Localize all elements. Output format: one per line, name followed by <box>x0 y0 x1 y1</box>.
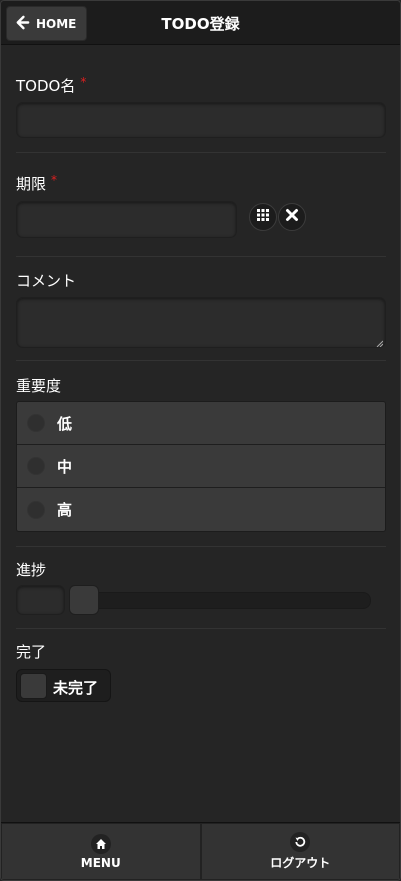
done-label: 完了 <box>16 643 47 661</box>
logout-label: ログアウト <box>270 856 331 870</box>
toggle-knob <box>20 673 47 699</box>
deadline-label: 期限 * <box>16 173 58 193</box>
footer-navbar: MENU ログアウト <box>1 822 400 880</box>
calendar-button[interactable] <box>249 203 277 231</box>
page-title: TODO登録 <box>161 15 240 33</box>
priority-option-medium[interactable]: 中 <box>17 445 385 488</box>
home-icon <box>90 833 111 854</box>
priority-radio-group: 低 中 高 <box>16 401 386 532</box>
todo-name-field: TODO名 * <box>16 45 386 153</box>
comment-label: コメント <box>16 272 77 290</box>
todo-name-label: TODO名 * <box>16 75 87 95</box>
close-icon <box>284 207 300 227</box>
progress-label: 進捗 <box>16 561 47 579</box>
deadline-field: 期限 * <box>16 153 386 257</box>
refresh-icon <box>290 832 311 852</box>
priority-option-high[interactable]: 高 <box>17 488 385 531</box>
priority-option-low[interactable]: 低 <box>17 402 385 445</box>
progress-value-input[interactable] <box>16 585 65 615</box>
todo-name-input[interactable] <box>16 102 386 138</box>
priority-option-label: 中 <box>57 457 73 476</box>
progress-slider-track[interactable] <box>74 592 371 609</box>
todo-form: TODO名 * 期限 * コメント 重要度 低 中 高 進捗 完了 未完了 <box>16 45 386 729</box>
done-state-label: 未完了 <box>53 679 99 697</box>
menu-button[interactable]: MENU <box>1 823 201 880</box>
priority-option-label: 低 <box>57 414 73 433</box>
progress-field: 進捗 <box>16 547 386 629</box>
comment-textarea[interactable] <box>16 297 386 348</box>
radio-circle-icon <box>27 457 45 475</box>
comment-field: コメント <box>16 257 386 361</box>
required-mark: * <box>80 75 87 89</box>
grid-icon <box>255 207 271 227</box>
done-toggle[interactable]: 未完了 <box>16 669 111 702</box>
page: HOME TODO登録 TODO名 * 期限 * コメント 重要度 低 中 高 … <box>0 0 401 881</box>
priority-field: 重要度 低 中 高 <box>16 361 386 547</box>
header-bar: HOME TODO登録 <box>1 1 400 45</box>
menu-label: MENU <box>80 855 121 870</box>
priority-option-label: 高 <box>57 501 73 519</box>
priority-label: 重要度 <box>16 377 62 395</box>
radio-circle-icon <box>27 414 45 432</box>
logout-button[interactable]: ログアウト <box>200 823 400 880</box>
resize-grip-icon[interactable] <box>376 340 383 347</box>
progress-slider-handle[interactable] <box>69 585 99 615</box>
required-mark: * <box>51 173 58 187</box>
clear-date-button[interactable] <box>278 203 306 231</box>
done-field: 完了 未完了 <box>16 629 386 729</box>
radio-circle-icon <box>27 500 45 519</box>
deadline-input[interactable] <box>16 201 237 238</box>
